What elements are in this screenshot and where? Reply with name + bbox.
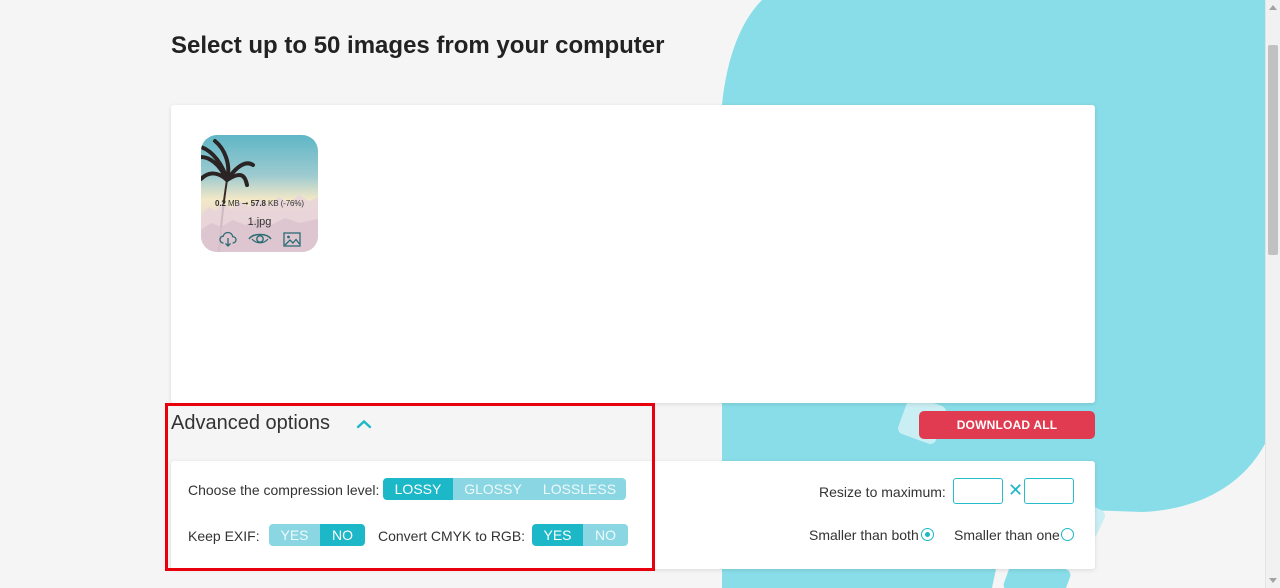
scroll-down-arrow[interactable] [1269, 578, 1277, 583]
eye-icon[interactable] [248, 231, 272, 247]
smaller-than-both-label: Smaller than both [809, 527, 919, 543]
compressed-size: 57.8 [250, 199, 266, 208]
chevron-up-icon[interactable] [356, 419, 372, 429]
resize-width-input[interactable] [953, 478, 1003, 504]
advanced-options-label: Advanced options [171, 412, 331, 434]
keep-exif-label: Keep EXIF: [188, 528, 260, 544]
compressed-unit: KB [267, 199, 279, 208]
cmyk-no-option[interactable]: NO [583, 524, 628, 546]
smaller-than-one-radio[interactable] [1061, 528, 1074, 541]
page-scrollbar[interactable] [1265, 0, 1280, 588]
compression-lossless-option[interactable]: LOSSLESS [533, 478, 626, 500]
savings-percent: (-76%) [280, 199, 305, 208]
download-all-button[interactable]: DOWNLOAD ALL [919, 411, 1095, 439]
file-actions [219, 230, 301, 248]
cmyk-to-rgb-label: Convert CMYK to RGB: [378, 528, 526, 544]
compression-glossy-option[interactable]: GLOSSY [453, 478, 533, 500]
advanced-options-panel: Choose the compression level: LOSSY GLOS… [171, 461, 1095, 569]
compression-level-label: Choose the compression level: [188, 482, 380, 498]
keep-exif-yes-option[interactable]: YES [269, 524, 320, 546]
scroll-thumb[interactable] [1268, 45, 1278, 255]
arrow-right-icon: ➞ [241, 199, 249, 208]
file-name: 1.jpg [247, 216, 272, 228]
file-size-stats: 0.2 MB ➞ 57.8 KB (-76%) [201, 199, 318, 208]
keep-exif-no-option[interactable]: NO [320, 524, 365, 546]
cloud-download-icon[interactable] [219, 231, 237, 247]
keep-exif-toggle: YES NO [269, 524, 365, 546]
advanced-options-toggle[interactable]: Advanced options [171, 412, 372, 435]
multiply-icon: ✕ [1008, 480, 1024, 500]
original-size: 0.2 [215, 199, 226, 208]
file-thumbnail[interactable]: 0.2 MB ➞ 57.8 KB (-76%) 1.jpg [201, 135, 318, 252]
smaller-than-both-radio[interactable] [921, 528, 934, 541]
upload-panel[interactable]: 0.2 MB ➞ 57.8 KB (-76%) 1.jpg [171, 105, 1095, 403]
scroll-up-arrow[interactable] [1269, 5, 1277, 10]
resize-height-input[interactable] [1024, 478, 1074, 504]
cmyk-yes-option[interactable]: YES [532, 524, 583, 546]
original-unit: MB [227, 199, 240, 208]
image-icon[interactable] [283, 231, 301, 247]
compression-lossy-option[interactable]: LOSSY [383, 478, 453, 500]
compression-level-selector: LOSSY GLOSSY LOSSLESS [383, 478, 626, 500]
smaller-than-one-label: Smaller than one [954, 527, 1060, 543]
cmyk-to-rgb-toggle: YES NO [532, 524, 628, 546]
page-title: Select up to 50 images from your compute… [171, 32, 665, 59]
resize-label: Resize to maximum: [819, 484, 946, 500]
